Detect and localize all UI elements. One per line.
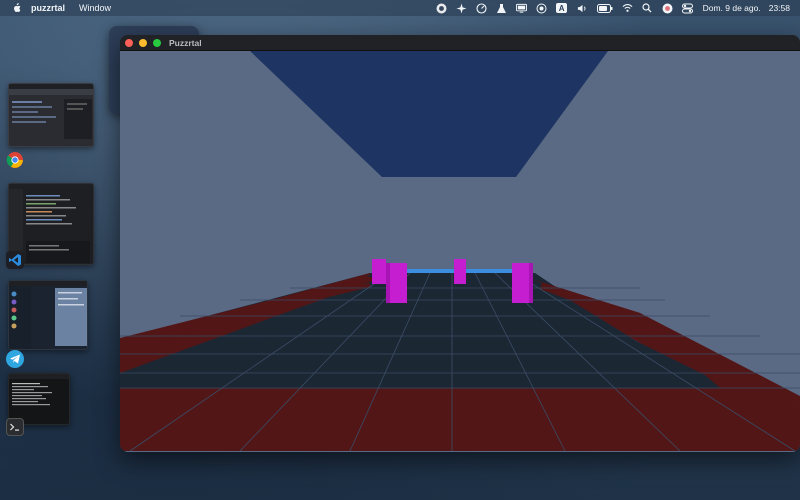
input-source-label: A: [556, 3, 568, 13]
game-scene[interactable]: [120, 51, 800, 452]
clock-time: 23:58: [768, 3, 790, 13]
sparkle-icon[interactable]: [456, 3, 467, 14]
clock-date: Dom. 9 de ago.: [702, 3, 761, 13]
menu-bar: puzzrtal Window A Dom. 9 de ago. 23:58: [0, 0, 800, 16]
spotlight-icon[interactable]: [642, 3, 653, 14]
control-center-icon[interactable]: [681, 3, 693, 14]
stage-manager-strip: [0, 75, 100, 455]
game-viewport[interactable]: [120, 51, 800, 452]
window-title: Puzzrtal: [169, 37, 202, 48]
thumb-content: [9, 89, 93, 139]
menu-bar-clock[interactable]: Dom. 9 de ago. 23:58: [703, 3, 790, 13]
terminal-icon: [6, 418, 24, 436]
menu-window[interactable]: Window: [79, 3, 111, 13]
stage-thumb-telegram[interactable]: [8, 280, 88, 350]
stage-thumb-chrome[interactable]: [8, 83, 94, 147]
input-source-icon[interactable]: A: [556, 3, 568, 14]
flask-icon[interactable]: [496, 3, 507, 14]
zoom-button[interactable]: [153, 38, 161, 47]
pillar-left-back: [372, 259, 386, 284]
apple-menu-icon[interactable]: [11, 3, 21, 13]
minimize-button[interactable]: [139, 38, 147, 47]
battery-icon[interactable]: [596, 3, 613, 14]
pillar-left-front-shade: [386, 263, 390, 303]
record-icon[interactable]: [536, 3, 547, 14]
volume-icon[interactable]: [577, 3, 588, 14]
pillar-right-shade: [529, 263, 533, 303]
active-app-name[interactable]: puzzrtal: [31, 3, 65, 13]
pillar-center: [454, 259, 466, 284]
telegram-icon: [6, 350, 24, 368]
thumb-content: [9, 286, 87, 349]
app-icon[interactable]: [436, 3, 447, 14]
gauge-icon[interactable]: [476, 2, 487, 14]
window-titlebar[interactable]: Puzzrtal: [120, 35, 800, 51]
vscode-icon: [6, 251, 24, 269]
status-area: A Dom. 9 de ago. 23:58: [427, 0, 800, 16]
chrome-icon: [6, 151, 24, 169]
display-icon[interactable]: [515, 3, 527, 14]
wifi-icon[interactable]: [622, 3, 633, 14]
user-icon[interactable]: [662, 3, 673, 14]
close-button[interactable]: [125, 38, 133, 47]
app-window[interactable]: Puzzrtal: [120, 35, 800, 452]
